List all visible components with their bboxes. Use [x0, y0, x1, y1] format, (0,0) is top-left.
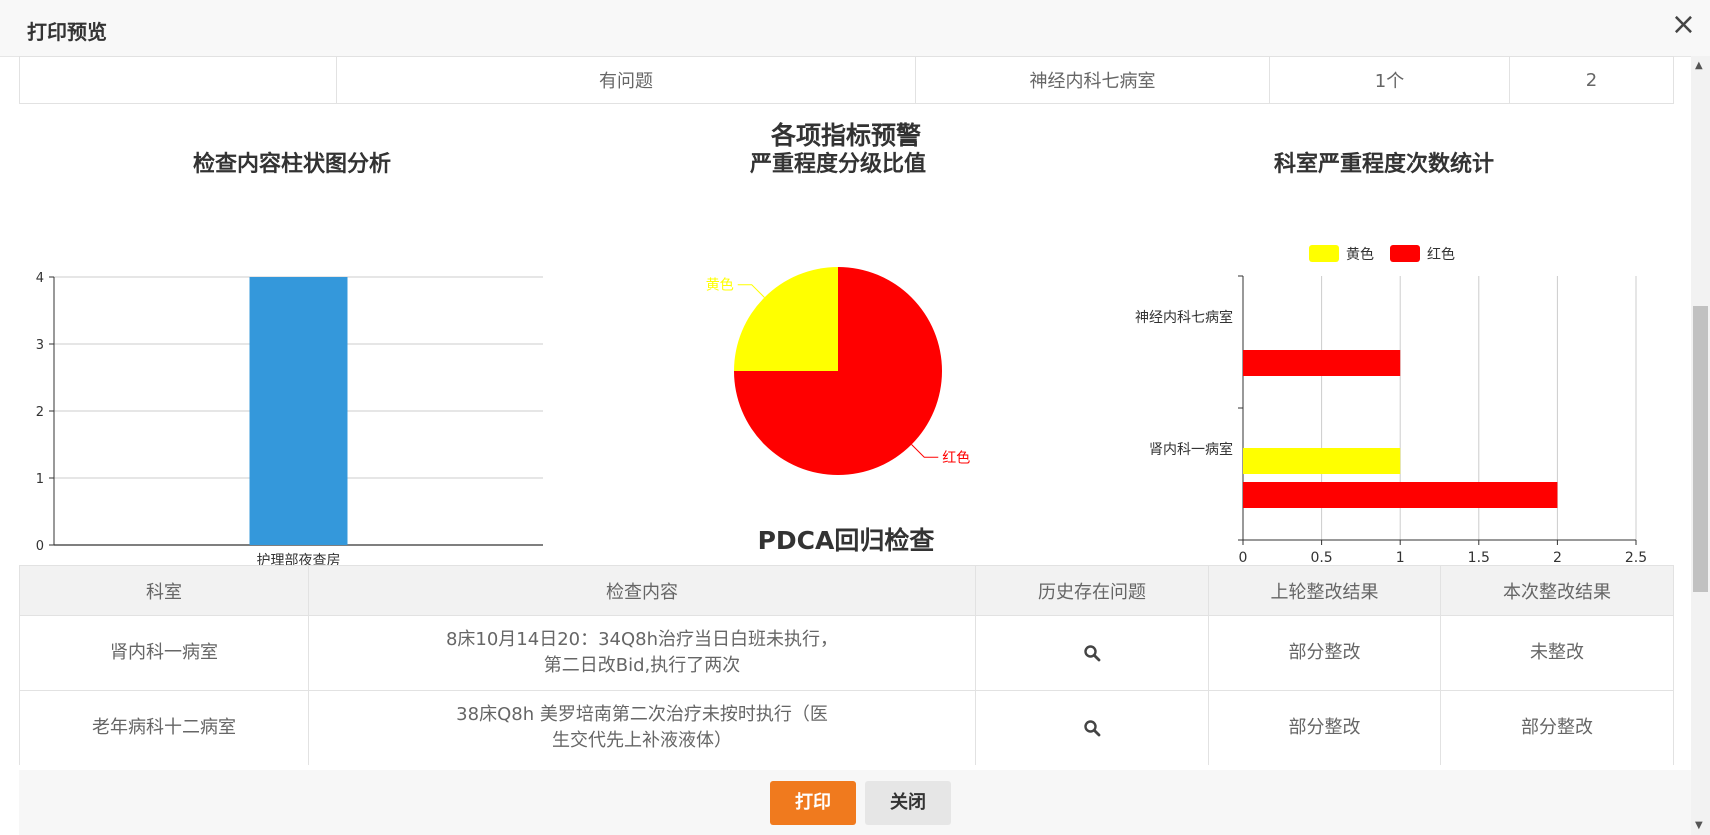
table-header-row: 科室 检查内容 历史存在问题 上轮整改结果 本次整改结果: [19, 565, 1674, 616]
current-result-cell: 部分整改: [1440, 690, 1674, 765]
y-tick-label: 1: [36, 472, 44, 487]
pie-label: 红色: [942, 449, 970, 466]
hbar: [1243, 448, 1401, 474]
search-icon[interactable]: [1083, 644, 1101, 662]
bar-chart-title: 检查内容柱状图分析: [192, 152, 391, 177]
legend-label: 红色: [1427, 246, 1455, 263]
history-cell: [975, 615, 1209, 691]
search-icon[interactable]: [1083, 719, 1101, 737]
content-line: 第二日改Bid,执行了两次: [543, 655, 741, 676]
y-tick-label: 3: [36, 338, 44, 353]
x-tick-label: 2: [1553, 550, 1562, 566]
table-row: 老年病科十二病室 38床Q8h 美罗培南第二次治疗未按时执行（医 生交代先上补液…: [19, 690, 1674, 765]
hbar-chart: 黄色 红色 0 0.5 1 1.5 2 2.5 肾内科一病室 神经内科七病室: [1135, 245, 1647, 566]
pdca-table: 科室 检查内容 历史存在问题 上轮整改结果 本次整改结果 肾内科一病室 8床10…: [19, 565, 1674, 765]
table-row: 有问题 神经内科七病室 1个 2: [19, 56, 1674, 104]
current-result-cell: 未整改: [1440, 615, 1674, 691]
hbar: [1243, 350, 1401, 376]
content-line: 38床Q8h 美罗培南第二次治疗未按时执行（医: [456, 704, 828, 725]
table-cell: 2: [1509, 56, 1674, 104]
scrollbar-thumb[interactable]: [1693, 306, 1708, 592]
bar: [249, 277, 348, 545]
column-header: 上轮整改结果: [1208, 565, 1441, 616]
y-tick-label: 肾内科一病室: [1149, 441, 1233, 458]
dialog-header: 打印预览 ×: [0, 0, 1710, 57]
hbar-chart-title: 科室严重程度次数统计: [1273, 152, 1494, 177]
content-cell: 38床Q8h 美罗培南第二次治疗未按时执行（医 生交代先上补液液体）: [308, 690, 976, 765]
content-cell: 8床10月14日20：34Q8h治疗当日白班未执行， 第二日改Bid,执行了两次: [308, 615, 976, 691]
x-tick-label: 1: [1396, 550, 1405, 566]
last-result-cell: 部分整改: [1208, 690, 1441, 765]
column-header: 历史存在问题: [975, 565, 1209, 616]
column-header: 本次整改结果: [1440, 565, 1674, 616]
y-tick-label: 神经内科七病室: [1135, 309, 1233, 326]
history-cell: [975, 690, 1209, 765]
x-tick-label: 0.5: [1310, 550, 1332, 566]
hbar: [1243, 482, 1558, 508]
scroll-up-arrow[interactable]: ▲: [1695, 60, 1703, 71]
scroll-down-arrow[interactable]: ▼: [1695, 820, 1703, 831]
y-tick-label: 0: [36, 539, 44, 554]
table-cell: 神经内科七病室: [915, 56, 1270, 104]
bar-chart: 01234护理部夜查房: [36, 271, 543, 569]
table-row: 肾内科一病室 8床10月14日20：34Q8h治疗当日白班未执行， 第二日改Bi…: [19, 615, 1674, 691]
legend-swatch: [1309, 245, 1339, 262]
y-tick-label: 2: [36, 405, 44, 420]
content-line: 8床10月14日20：34Q8h治疗当日白班未执行，: [445, 629, 839, 650]
table-cell: [19, 56, 337, 104]
close-button[interactable]: 关闭: [865, 781, 951, 825]
print-button[interactable]: 打印: [770, 781, 856, 825]
pie-label: 黄色: [706, 277, 734, 294]
content-line: 生交代先上补液液体）: [552, 730, 732, 751]
legend-label: 黄色: [1346, 246, 1374, 263]
pie-label-line: [911, 444, 939, 458]
dept-cell: 老年病科十二病室: [19, 690, 309, 765]
pie-chart: 黄色红色: [706, 267, 970, 475]
table-cell: 1个: [1269, 56, 1510, 104]
top-table: 有问题 神经内科七病室 1个 2: [19, 56, 1674, 104]
last-result-cell: 部分整改: [1208, 615, 1441, 691]
legend-swatch: [1390, 245, 1420, 262]
preview-content: 有问题 神经内科七病室 1个 2 检查内容柱状图分析 各项指标预警 严重程度分级…: [0, 56, 1691, 765]
column-header: 科室: [19, 565, 309, 616]
pie-slice: [734, 267, 838, 371]
x-tick-label: 2.5: [1625, 550, 1647, 566]
dept-cell: 肾内科一病室: [19, 615, 309, 691]
scrollbar[interactable]: ▲ ▼: [1691, 56, 1710, 835]
y-tick-label: 4: [36, 271, 44, 286]
column-header: 检查内容: [308, 565, 976, 616]
x-tick-label: 0: [1239, 550, 1248, 566]
pie-label-line: [737, 284, 765, 298]
close-icon[interactable]: ×: [1671, 10, 1696, 40]
dialog-footer: 打印 关闭: [19, 770, 1691, 835]
pdca-title: PDCA回归检查: [757, 526, 935, 555]
pie-chart-title-2: 严重程度分级比值: [749, 152, 926, 177]
dialog-title: 打印预览: [27, 20, 107, 44]
table-cell: 有问题: [336, 56, 916, 104]
x-tick-label: 1.5: [1468, 550, 1490, 566]
